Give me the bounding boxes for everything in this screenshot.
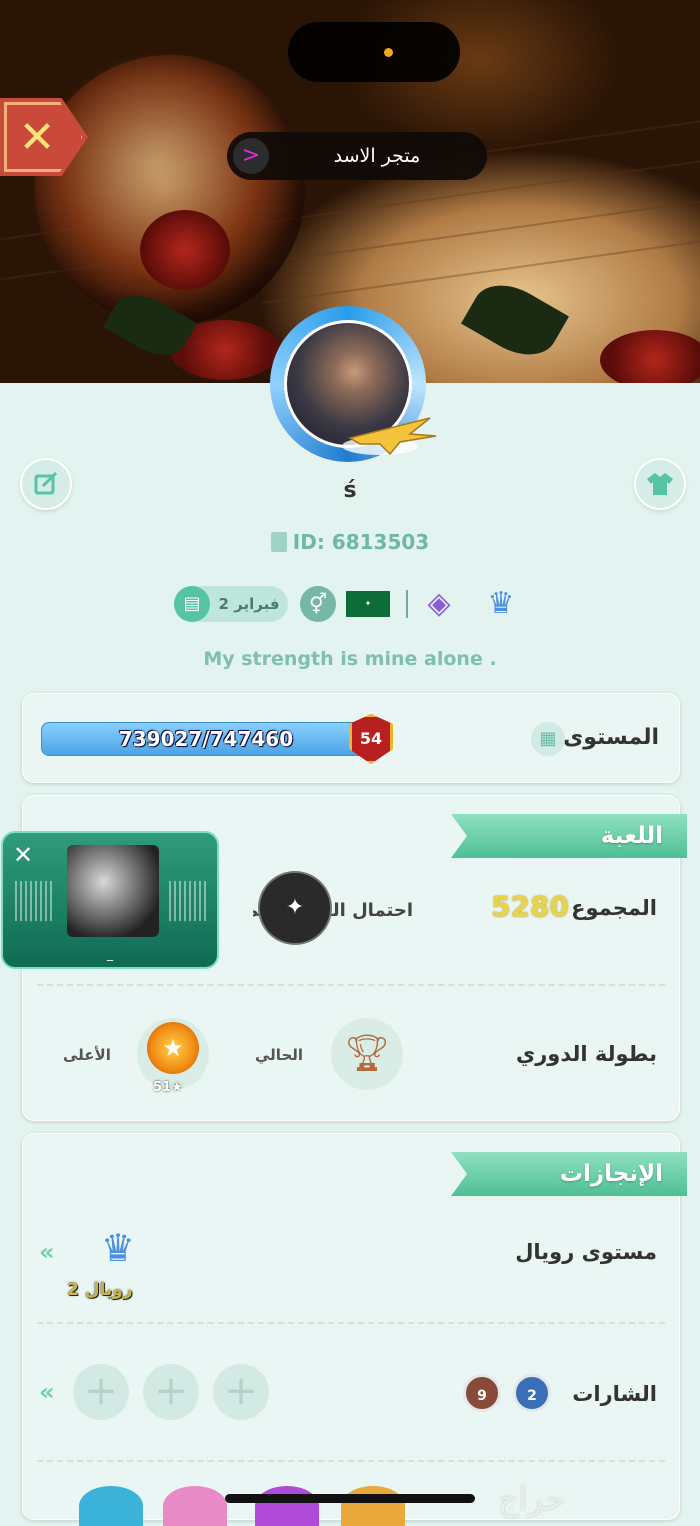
- waveform-icon: [15, 881, 53, 921]
- recording-dot-icon: [384, 48, 393, 57]
- track-caption: _: [107, 947, 113, 961]
- game-section-title: اللعبة: [600, 823, 663, 849]
- level-progress-text: 739027/747460: [118, 727, 294, 751]
- assistive-touch-button[interactable]: ✦: [258, 871, 332, 945]
- divider: [37, 1322, 665, 1324]
- user-id[interactable]: ID: 6813503: [0, 530, 700, 554]
- badge-count-brown[interactable]: 9: [463, 1374, 501, 1412]
- bio-text: My strength is mine alone .: [203, 648, 497, 670]
- level-progress-bar: 739027/747460: [41, 722, 371, 756]
- birthday-text: 2 فبراير: [218, 595, 280, 613]
- user-id-text: ID: 6813503: [292, 530, 430, 554]
- trophy-icon[interactable]: 🏆︎: [331, 1018, 403, 1090]
- copy-icon[interactable]: [270, 532, 287, 552]
- divider: [37, 1460, 665, 1462]
- achievements-section-ribbon: الإنجازات: [451, 1152, 687, 1196]
- home-indicator[interactable]: [225, 1494, 475, 1503]
- crown-icon[interactable]: ♛: [476, 584, 526, 624]
- cake-icon: ▤: [174, 586, 210, 622]
- crown-icon[interactable]: ♛: [101, 1226, 135, 1270]
- league-label: بطولة الدوري: [515, 1042, 657, 1066]
- level-number-badge: 54: [349, 714, 393, 764]
- close-x-icon: ✕: [18, 111, 56, 163]
- watermark: حراج: [498, 1480, 565, 1518]
- gift-item-icon[interactable]: [255, 1486, 319, 1526]
- avatar[interactable]: [268, 304, 437, 468]
- floating-music-player[interactable]: ✕ _: [1, 831, 219, 969]
- close-icon[interactable]: ✕: [13, 841, 33, 869]
- empty-badge-slot[interactable]: +: [213, 1364, 269, 1420]
- royal-level-caption: رويال 2: [67, 1280, 133, 1300]
- game-section-ribbon: اللعبة: [451, 814, 687, 858]
- username: ś: [343, 478, 357, 503]
- level-label: المستوى: [563, 725, 659, 750]
- star-emblem-icon: ★: [147, 1022, 199, 1074]
- achievements-section-title: الإنجازات: [559, 1161, 663, 1187]
- badge-count-blue[interactable]: 2: [513, 1374, 551, 1412]
- store-link[interactable]: > متجر الاسد: [227, 132, 487, 180]
- chevron-left-icon[interactable]: «: [39, 1238, 55, 1266]
- waveform-icon: [169, 881, 207, 921]
- profile-badges-row: ▤ 2 فبراير ⚥ ✦ ◈ ♛: [170, 584, 540, 624]
- gift-item-icon[interactable]: [163, 1486, 227, 1526]
- best-rank-stars: 51★: [153, 1080, 183, 1095]
- total-value: 5280: [491, 890, 569, 923]
- saudi-flag-icon: ✦: [346, 591, 390, 617]
- current-rank-label: الحالي: [255, 1046, 304, 1064]
- empty-badge-slot[interactable]: +: [143, 1364, 199, 1420]
- level-card[interactable]: المستوى ▦ 739027/747460 54: [22, 693, 680, 783]
- divider: [406, 590, 408, 618]
- divider: [37, 984, 665, 986]
- dynamic-island: [288, 22, 460, 82]
- album-art: [67, 845, 159, 937]
- empty-badge-slot[interactable]: +: [73, 1364, 129, 1420]
- gift-icon[interactable]: ▦: [531, 722, 565, 756]
- birthday-badge: ▤ 2 فبراير: [174, 586, 288, 622]
- royal-level-label: مستوى رويال: [515, 1240, 657, 1264]
- total-label: المجموع: [571, 896, 657, 920]
- store-label: متجر الاسد: [333, 145, 421, 167]
- gender-icon: ⚥: [300, 586, 336, 622]
- jet-icon: [342, 417, 437, 456]
- share-arrow-icon: >: [233, 138, 269, 174]
- best-rank-label: الأعلى: [63, 1046, 111, 1064]
- chevron-left-icon[interactable]: «: [39, 1378, 55, 1406]
- rank-emblem-icon[interactable]: ◈: [416, 584, 462, 624]
- badges-label: الشارات: [572, 1382, 657, 1406]
- achievements-card: الإنجازات مستوى رويال ♛ رويال 2 « الشارا…: [22, 1133, 687, 1526]
- gift-item-icon[interactable]: [79, 1486, 143, 1526]
- gift-item-icon[interactable]: [341, 1486, 405, 1526]
